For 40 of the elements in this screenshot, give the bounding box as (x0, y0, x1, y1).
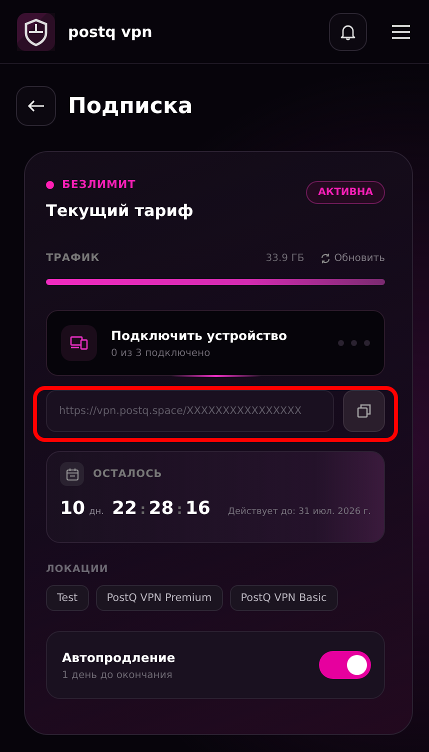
plan-title: Текущий тариф (46, 201, 194, 220)
copy-icon (357, 404, 371, 418)
device-count: 0 из 3 подключено (111, 348, 212, 358)
traffic-amount: 33.9 ГБ (266, 252, 304, 264)
locations-label: ЛОКАЦИИ (46, 564, 110, 575)
autorenew-subtitle: 1 день до окончания (62, 670, 174, 680)
copy-button[interactable] (343, 390, 385, 432)
days-value: 10 (60, 498, 86, 519)
location-chip[interactable]: Test (46, 585, 89, 611)
refresh-button[interactable]: Обновить (320, 252, 385, 264)
status-badge: АКТИВНА (306, 181, 385, 204)
back-button[interactable] (16, 86, 56, 126)
minutes-value: 28 (148, 498, 174, 519)
remaining-label: ОСТАЛОСЬ (93, 468, 162, 480)
location-chip[interactable]: PostQ VPN Premium (96, 585, 223, 611)
time-separator: : (176, 502, 182, 518)
dots-icon (338, 340, 370, 346)
days-unit: дн. (89, 507, 104, 517)
plan-label: БЕЗЛИМИТ (62, 178, 136, 191)
location-chip[interactable]: PostQ VPN Basic (230, 585, 338, 611)
bell-icon (339, 22, 357, 40)
autorenew-toggle[interactable] (319, 651, 371, 679)
devices-icon (70, 336, 88, 350)
menu-icon (391, 24, 411, 40)
time-separator: : (140, 502, 146, 518)
device-title: Подключить устройство (111, 328, 288, 342)
shield-logo-icon (17, 12, 55, 50)
valid-until-text: Действует до: 31 июл. 2026 г. (228, 507, 371, 517)
calendar-icon (66, 468, 78, 480)
notifications-button[interactable] (329, 12, 367, 50)
status-dot-icon (46, 180, 54, 188)
autorenew-title: Автопродление (62, 650, 176, 664)
hours-value: 22 (112, 498, 138, 519)
traffic-label: ТРАФИК (46, 252, 100, 264)
page-title: Подписка (68, 94, 193, 118)
connect-device-card[interactable]: Подключить устройство 0 из 3 подключено (46, 310, 385, 376)
seconds-value: 16 (185, 498, 210, 519)
brand-name: postq vpn (68, 22, 152, 40)
refresh-icon (320, 252, 332, 264)
back-arrow-icon (27, 99, 45, 113)
